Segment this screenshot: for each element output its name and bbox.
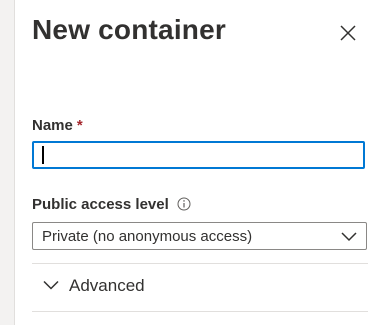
- page: New container Name * Public access level …: [0, 0, 376, 325]
- public-access-level-label-text: Public access level: [32, 196, 169, 213]
- public-access-level-dropdown[interactable]: Private (no anonymous access): [32, 222, 367, 250]
- chevron-down-icon: [341, 232, 357, 242]
- info-icon[interactable]: [177, 197, 191, 211]
- background-edge: [0, 0, 15, 325]
- name-input[interactable]: [32, 141, 365, 169]
- required-marker: *: [76, 117, 83, 134]
- divider: [32, 263, 368, 264]
- name-label-text: Name: [32, 117, 73, 134]
- chevron-down-icon: [43, 280, 59, 290]
- advanced-label: Advanced: [69, 276, 145, 295]
- dropdown-selected-value: Private (no anonymous access): [42, 228, 253, 245]
- close-button[interactable]: [337, 22, 359, 44]
- advanced-section-toggle[interactable]: Advanced: [43, 276, 145, 300]
- public-access-level-label: Public access level: [32, 196, 191, 213]
- panel-title: New container: [32, 14, 226, 45]
- new-container-panel: New container Name * Public access level …: [15, 0, 376, 325]
- close-icon: [340, 25, 356, 41]
- text-cursor: [42, 146, 44, 164]
- divider: [32, 311, 368, 312]
- name-label: Name *: [32, 117, 83, 134]
